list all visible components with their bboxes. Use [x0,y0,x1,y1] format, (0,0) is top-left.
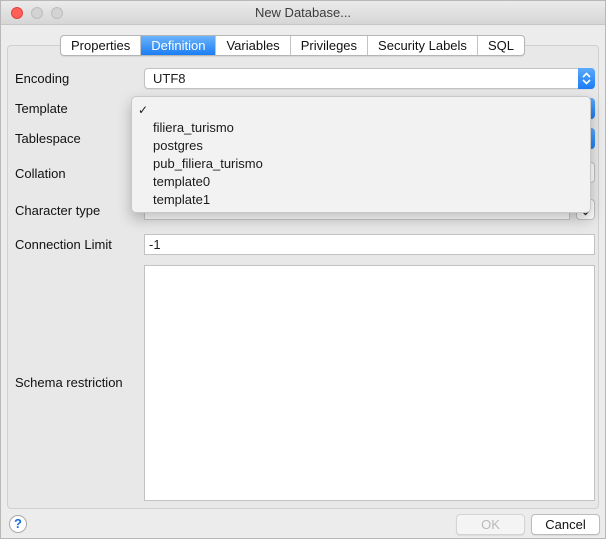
tab-security-labels[interactable]: Security Labels [368,36,478,55]
tablespace-label: Tablespace [15,131,81,146]
tab-definition[interactable]: Definition [141,36,217,55]
tab-bar: Properties Definition Variables Privileg… [60,35,525,56]
updown-arrows-icon [578,68,595,89]
tab-properties[interactable]: Properties [61,36,142,55]
title-bar: New Database... [1,1,605,25]
menu-item-filiera-turismo[interactable]: filiera_turismo [132,119,590,137]
window-title: New Database... [254,5,352,20]
collation-label: Collation [15,166,66,181]
cancel-button[interactable]: Cancel [531,514,600,535]
menu-item-postgres[interactable]: postgres [132,137,590,155]
menu-item-template0[interactable]: template0 [132,173,590,191]
character-type-label: Character type [15,203,101,218]
menu-item-pub-filiera-turismo[interactable]: pub_filiera_turismo [132,155,590,173]
help-button[interactable]: ? [9,515,27,533]
encoding-select[interactable]: UTF8 [144,68,595,89]
template-dropdown-menu: ✓ filiera_turismo postgres pub_filiera_t… [131,96,591,213]
schema-restriction-textarea[interactable] [144,265,595,501]
connection-limit-label: Connection Limit [15,237,112,252]
ok-button[interactable]: OK [456,514,525,535]
connection-limit-input[interactable]: -1 [144,234,595,255]
tab-privileges[interactable]: Privileges [291,36,369,55]
menu-item-empty[interactable]: ✓ [132,101,590,119]
schema-restriction-label: Schema restriction [15,375,123,390]
checkmark-icon: ✓ [138,103,149,117]
menu-item-template1[interactable]: template1 [132,191,590,209]
tab-sql[interactable]: SQL [478,36,524,55]
connection-limit-value: -1 [149,237,161,252]
tab-variables[interactable]: Variables [216,36,291,55]
encoding-label: Encoding [15,71,70,86]
template-label: Template [15,101,68,116]
new-database-dialog: New Database... Properties Definition Va… [0,0,606,539]
encoding-value: UTF8 [153,71,186,86]
